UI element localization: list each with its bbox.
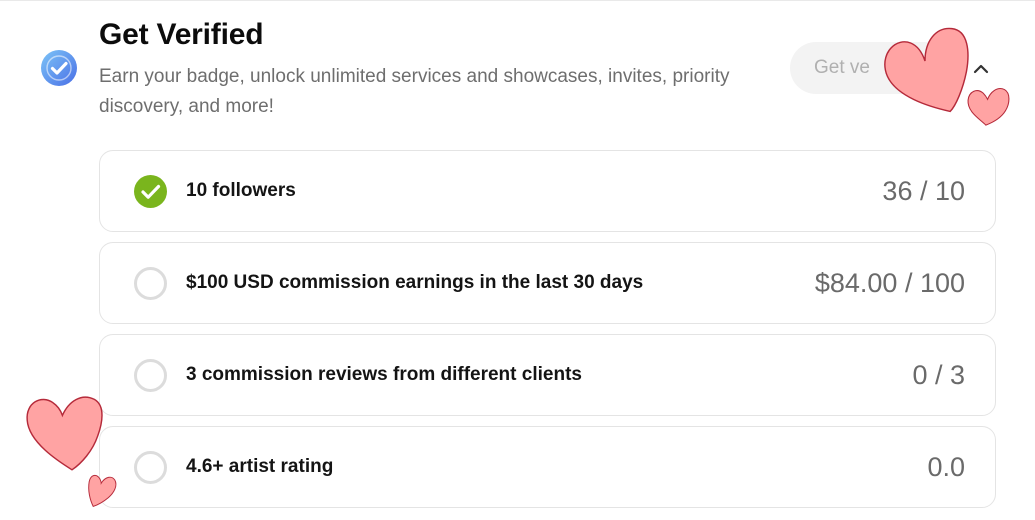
requirement-row: 10 followers 36 / 10 — [99, 150, 996, 232]
requirement-status — [134, 451, 167, 484]
heart-sticker-large-icon — [884, 27, 969, 113]
requirement-row: 4.6+ artist rating 0.0 — [99, 426, 996, 508]
requirement-progress: 0.0 — [927, 452, 965, 482]
page-description: Earn your badge, unlock unlimited servic… — [99, 66, 730, 117]
page-title: Get Verified — [99, 18, 264, 51]
requirement-label: 10 followers — [186, 180, 296, 201]
requirement-progress: $84.00 / 100 — [814, 268, 965, 298]
requirement-progress: 36 / 10 — [882, 176, 965, 206]
check-circle-icon — [134, 175, 167, 208]
top-divider — [0, 0, 1035, 1]
verified-check-badge-icon — [41, 50, 77, 86]
requirement-row: $100 USD commission earnings in the last… — [99, 242, 996, 324]
heart-sticker-small-icon — [967, 88, 1010, 126]
requirement-status — [134, 267, 167, 300]
requirement-status — [134, 175, 167, 208]
requirement-label: 3 commission reviews from different clie… — [186, 364, 582, 385]
get-verified-panel: Get Verified Earn your badge, unlock unl… — [0, 0, 1035, 520]
heart-sticker-medium-icon — [26, 396, 103, 471]
heart-sticker-tiny-icon — [88, 474, 117, 507]
requirement-label: 4.6+ artist rating — [186, 456, 334, 477]
requirement-label: $100 USD commission earnings in the last… — [186, 272, 644, 293]
requirement-row: 3 commission reviews from different clie… — [99, 334, 996, 416]
requirement-status — [134, 359, 167, 392]
empty-circle-icon — [134, 267, 167, 300]
empty-circle-icon — [134, 451, 167, 484]
empty-circle-icon — [134, 359, 167, 392]
requirement-progress: 0 / 3 — [912, 360, 965, 390]
chevron-up-icon — [973, 64, 989, 74]
